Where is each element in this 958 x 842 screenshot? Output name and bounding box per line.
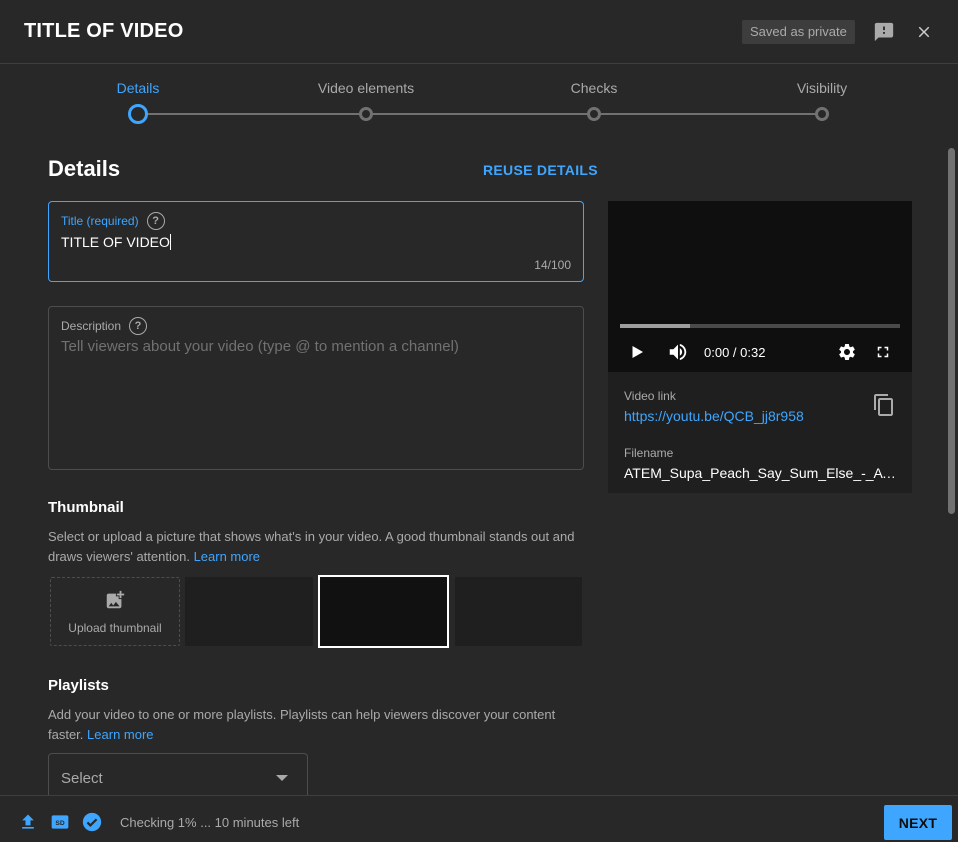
filename-value: ATEM_Supa_Peach_Say_Sum_Else_-_ATEM_Mini… xyxy=(624,465,896,481)
upload-thumbnail-label: Upload thumbnail xyxy=(68,620,162,635)
fullscreen-icon[interactable] xyxy=(874,343,892,361)
add-photo-icon xyxy=(106,590,125,608)
check-circle-icon[interactable] xyxy=(81,811,103,833)
volume-icon[interactable] xyxy=(667,341,689,363)
playlists-description: Add your video to one or more playlists.… xyxy=(48,705,588,745)
step-video-elements[interactable]: Video elements xyxy=(318,80,414,96)
text-caret xyxy=(169,234,171,250)
video-progress-bar[interactable] xyxy=(620,324,900,328)
upload-icon[interactable] xyxy=(18,812,38,832)
step-visibility[interactable]: Visibility xyxy=(797,80,847,96)
description-label-text: Description xyxy=(61,319,122,333)
title-char-counter: 14/100 xyxy=(534,258,571,272)
next-button[interactable]: NEXT xyxy=(884,805,952,840)
playlists-heading: Playlists xyxy=(48,677,109,694)
video-time: 0:00 / 0:32 xyxy=(704,345,766,360)
feedback-button[interactable] xyxy=(872,20,896,44)
video-preview-panel: 0:00 / 0:32 Video link https://youtu.be/… xyxy=(608,201,912,493)
dropdown-arrow-icon xyxy=(276,775,288,781)
title-input[interactable]: TITLE OF VIDEO xyxy=(61,234,171,250)
playlist-select[interactable]: Select xyxy=(48,753,308,801)
playlist-select-value: Select xyxy=(61,770,103,787)
thumbnail-option-2[interactable] xyxy=(318,575,449,648)
title-field[interactable]: Title (required) ? TITLE OF VIDEO 14/100 xyxy=(48,201,584,282)
help-icon[interactable]: ? xyxy=(129,317,148,335)
hd-icon[interactable]: SD xyxy=(50,812,70,832)
thumbnail-learn-more-link[interactable]: Learn more xyxy=(194,549,260,564)
step-checks[interactable]: Checks xyxy=(571,80,618,96)
play-icon[interactable] xyxy=(628,343,646,361)
scrollbar[interactable] xyxy=(948,148,955,514)
dialog-title: TITLE OF VIDEO xyxy=(24,20,184,42)
svg-text:SD: SD xyxy=(55,820,64,827)
dialog-header: TITLE OF VIDEO Saved as private xyxy=(0,0,958,64)
reuse-details-button[interactable]: REUSE DETAILS xyxy=(483,162,598,178)
stepper: Details Video elements Checks Visibility xyxy=(0,64,958,134)
step-dot-visibility[interactable] xyxy=(815,107,829,121)
upload-thumbnail-button[interactable]: Upload thumbnail xyxy=(50,577,180,646)
thumbnail-option-3[interactable] xyxy=(455,577,582,646)
filename-label: Filename xyxy=(624,446,674,460)
step-dot-video-elements[interactable] xyxy=(359,107,373,121)
description-input[interactable]: Tell viewers about your video (type @ to… xyxy=(61,338,459,355)
thumbnail-description: Select or upload a picture that shows wh… xyxy=(48,527,588,567)
step-dot-checks[interactable] xyxy=(587,107,601,121)
copy-icon[interactable] xyxy=(872,393,896,417)
thumbnail-heading: Thumbnail xyxy=(48,499,124,516)
dialog-footer: SD Checking 1% ... 10 minutes left NEXT xyxy=(0,795,958,842)
thumbnail-option-1[interactable] xyxy=(185,577,313,646)
close-icon xyxy=(918,26,930,38)
video-link[interactable]: https://youtu.be/QCB_jj8r958 xyxy=(624,408,804,424)
thumbnail-description-text: Select or upload a picture that shows wh… xyxy=(48,529,575,564)
playlists-learn-more-link[interactable]: Learn more xyxy=(87,727,153,742)
upload-status-text: Checking 1% ... 10 minutes left xyxy=(120,815,300,830)
title-label-text: Title (required) xyxy=(61,214,139,228)
title-input-value: TITLE OF VIDEO xyxy=(61,234,170,250)
description-field[interactable]: Description ? Tell viewers about your vi… xyxy=(48,306,584,470)
step-details[interactable]: Details xyxy=(117,80,160,96)
help-icon[interactable]: ? xyxy=(146,212,165,230)
settings-icon[interactable] xyxy=(837,342,857,362)
feedback-icon xyxy=(874,22,894,42)
saved-status-badge: Saved as private xyxy=(742,20,855,44)
step-dot-details[interactable] xyxy=(128,104,148,124)
description-field-label: Description ? xyxy=(61,317,148,335)
title-field-label: Title (required) ? xyxy=(61,212,165,230)
video-player[interactable]: 0:00 / 0:32 xyxy=(608,201,912,372)
video-link-label: Video link xyxy=(624,389,676,403)
video-progress-fill xyxy=(620,324,690,328)
details-heading: Details xyxy=(48,156,121,181)
close-button[interactable] xyxy=(912,20,936,44)
